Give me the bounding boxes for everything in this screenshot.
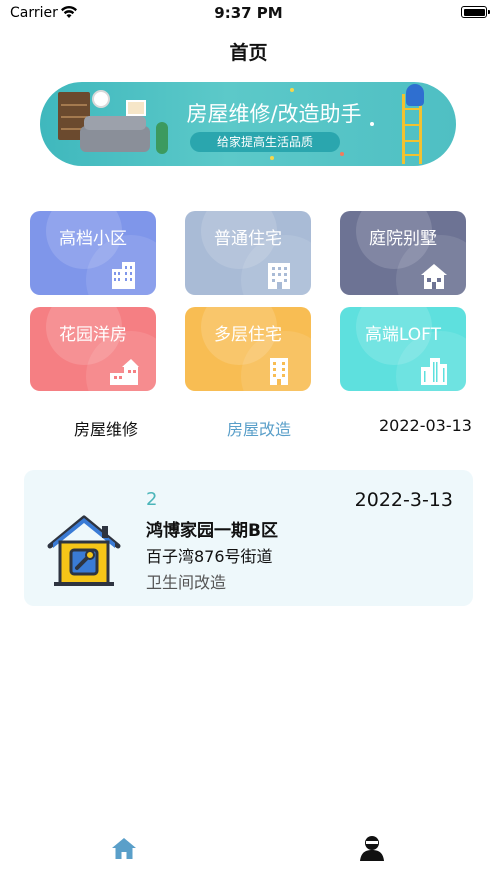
banner-subtitle: 给家提高生活品质 xyxy=(190,132,340,152)
category-courtyard-villa[interactable]: 庭院别墅 xyxy=(340,211,466,295)
category-premium-loft[interactable]: 高端LOFT xyxy=(340,307,466,391)
picture-frame-illustration xyxy=(126,100,146,116)
user-icon[interactable] xyxy=(358,834,386,862)
wall-clock-illustration xyxy=(92,90,110,108)
bottom-tab-bar xyxy=(0,825,497,883)
sofa-illustration xyxy=(80,116,150,152)
tab-house-renovation[interactable]: 房屋改造 xyxy=(227,416,291,440)
category-label: 庭院别墅 xyxy=(369,229,437,249)
category-label: 普通住宅 xyxy=(214,229,282,249)
apartment-icon xyxy=(268,263,290,289)
house-icon[interactable] xyxy=(111,836,137,860)
category-label: 高档小区 xyxy=(59,229,127,249)
status-bar: Carrier 9:37 PM xyxy=(0,0,497,26)
promo-banner[interactable]: 房屋维修/改造助手 给家提高生活品质 xyxy=(40,82,456,166)
category-garden-house[interactable]: 花园洋房 xyxy=(30,307,156,391)
record-number: 2 xyxy=(146,489,158,510)
clock-time: 9:37 PM xyxy=(214,4,283,22)
confetti-dot xyxy=(290,88,294,92)
building-icon xyxy=(112,262,135,289)
confetti-dot xyxy=(270,156,274,160)
banner-title: 房屋维修/改造助手 xyxy=(186,102,362,126)
painter-illustration xyxy=(406,84,424,106)
house-icon xyxy=(110,359,139,385)
tower-icon xyxy=(270,358,288,385)
date-filter[interactable]: 2022-03-13 xyxy=(379,416,472,435)
record-address: 百子湾876号街道 xyxy=(146,547,273,566)
villa-icon xyxy=(421,264,447,289)
record-community: 鸿博家园一期B区 xyxy=(146,521,278,541)
category-premium-community[interactable]: 高档小区 xyxy=(30,211,156,295)
confetti-dot xyxy=(370,122,374,126)
tab-house-repair[interactable]: 房屋维修 xyxy=(74,416,138,440)
page-title: 首页 xyxy=(229,42,268,64)
record-card[interactable]: 2 2022-3-13 鸿博家园一期B区 百子湾876号街道 卫生间改造 xyxy=(24,470,473,606)
category-label: 高端LOFT xyxy=(364,325,442,345)
category-label: 花园洋房 xyxy=(59,325,127,345)
confetti-dot xyxy=(340,152,344,156)
record-type: 卫生间改造 xyxy=(146,573,227,592)
category-multistory-residence[interactable]: 多层住宅 xyxy=(185,307,311,391)
category-label: 多层住宅 xyxy=(214,325,282,345)
battery-icon xyxy=(461,6,490,18)
house-repair-icon xyxy=(47,515,121,586)
record-date: 2022-3-13 xyxy=(354,489,453,511)
skyscraper-icon xyxy=(421,358,447,385)
category-regular-residence[interactable]: 普通住宅 xyxy=(185,211,311,295)
